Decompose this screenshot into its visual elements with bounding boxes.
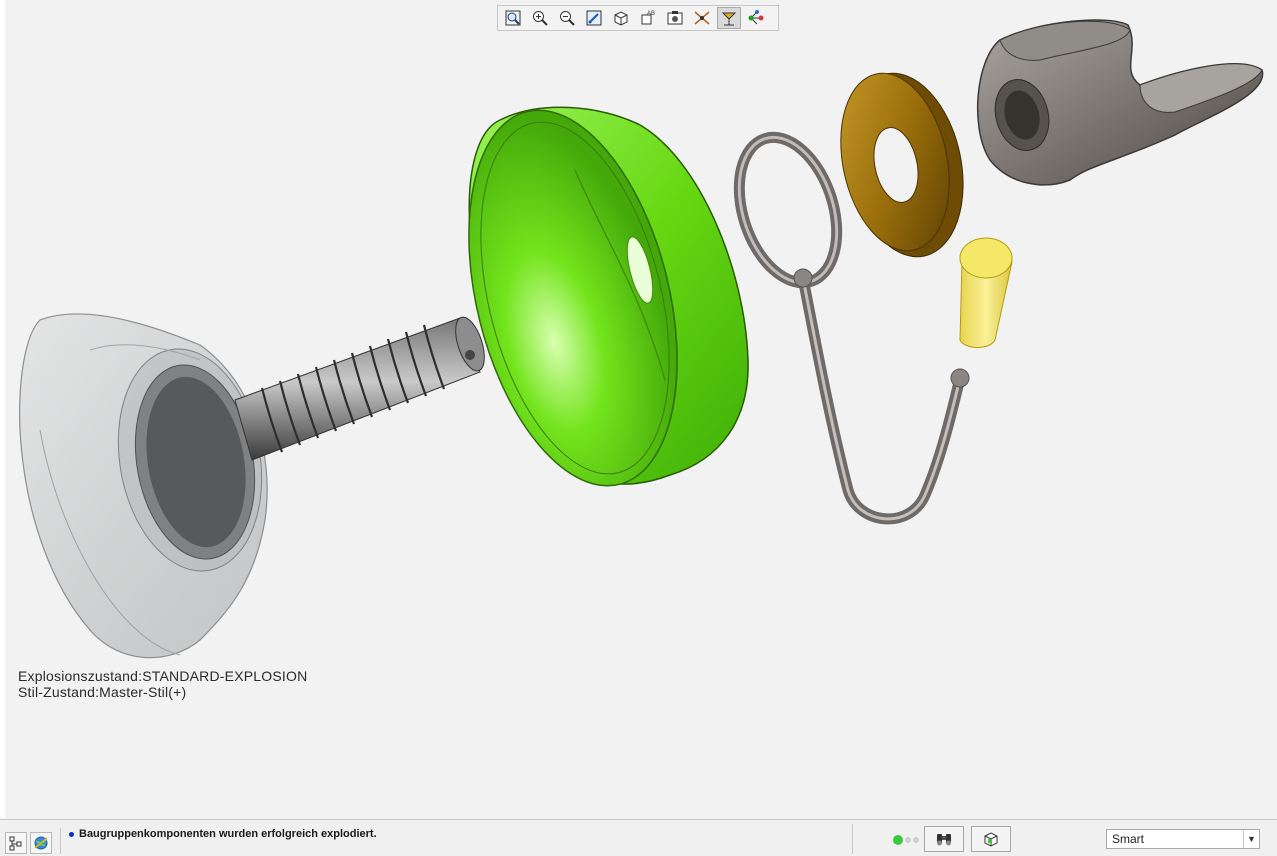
graphics-toolbar: AB — [497, 5, 779, 31]
browser-toggle-button[interactable] — [30, 832, 52, 854]
message-info-icon — [69, 832, 74, 837]
status-bar: Baugruppenkomponenten wurden erfolgreich… — [0, 819, 1277, 856]
threaded-screw-part[interactable] — [234, 314, 490, 461]
refit-button[interactable] — [501, 7, 525, 29]
status-divider — [852, 824, 853, 854]
svg-text:AB: AB — [647, 11, 655, 17]
saved-orientations-button[interactable]: AB — [636, 7, 660, 29]
zoom-out-icon — [560, 11, 575, 26]
bronze-washer-part[interactable] — [825, 62, 979, 267]
datum-display-icon — [694, 11, 710, 25]
repaint-icon — [586, 10, 602, 26]
annotation-display-button[interactable] — [717, 7, 741, 29]
spin-center-icon — [748, 10, 764, 25]
find-button[interactable] — [924, 826, 964, 852]
status-divider — [60, 828, 61, 854]
datum-display-button[interactable] — [690, 7, 714, 29]
style-state-label: Stil-Zustand:Master-Stil(+) — [18, 684, 187, 700]
zoom-in-icon — [533, 11, 548, 26]
view-state-info: Explosionszustand:STANDARD-EXPLOSION Sti… — [18, 668, 307, 700]
selection-filter-dropdown[interactable]: Smart ▼ — [1106, 829, 1260, 849]
zoom-out-button[interactable] — [555, 7, 579, 29]
zoom-in-button[interactable] — [528, 7, 552, 29]
view-manager-icon — [667, 11, 683, 25]
green-bowl-part[interactable] — [433, 88, 749, 507]
suction-cup-part[interactable] — [19, 313, 279, 659]
refit-icon — [505, 10, 521, 26]
display-style-icon — [614, 11, 628, 26]
regeneration-status-indicator — [893, 835, 919, 845]
yellow-pin-part[interactable] — [959, 237, 1013, 348]
model-tree-toggle-button[interactable] — [5, 832, 27, 854]
annotation-display-icon — [721, 12, 737, 26]
box-select-icon — [984, 832, 998, 847]
explode-state-label: Explosionszustand:STANDARD-EXPLOSION — [18, 668, 308, 684]
chevron-down-icon[interactable]: ▼ — [1243, 830, 1259, 848]
wing-nut-part[interactable] — [976, 19, 1264, 186]
browser-globe-icon — [34, 836, 48, 850]
selection-filter-button[interactable] — [971, 826, 1011, 852]
status-message: Baugruppenkomponenten wurden erfolgreich… — [79, 828, 377, 840]
model-tree-icon — [9, 836, 22, 851]
repaint-button[interactable] — [582, 7, 606, 29]
selection-filter-value: Smart — [1112, 832, 1145, 846]
display-style-button[interactable] — [609, 7, 633, 29]
graphics-viewport[interactable]: Explosionszustand:STANDARD-EXPLOSION Sti… — [5, 0, 1277, 818]
spin-center-button[interactable] — [744, 7, 768, 29]
saved-orientations-icon: AB — [641, 11, 655, 25]
binoculars-icon — [937, 834, 951, 846]
view-manager-button[interactable] — [663, 7, 687, 29]
